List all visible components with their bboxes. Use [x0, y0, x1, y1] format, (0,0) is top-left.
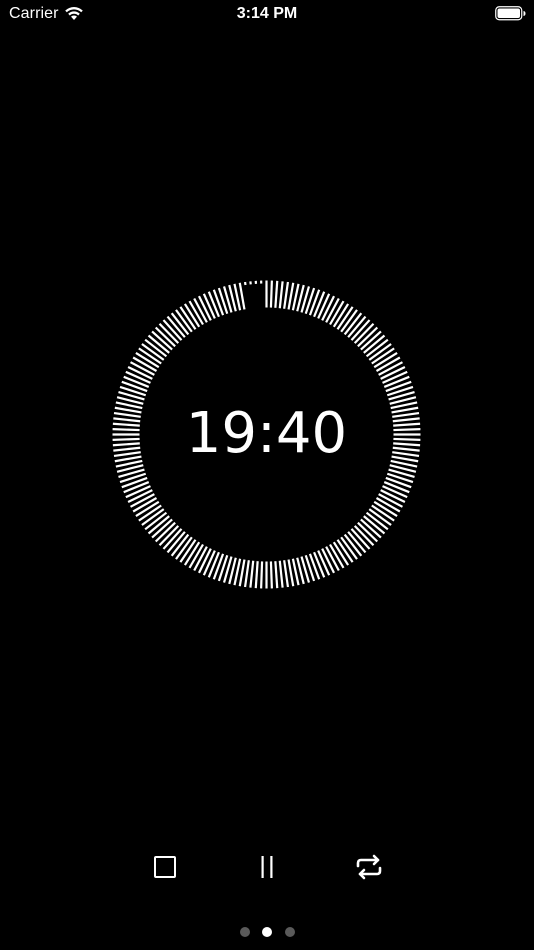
stop-button[interactable]: [147, 850, 183, 886]
status-bar: Carrier 3:14 PM: [0, 0, 534, 28]
dial-tick: [383, 375, 410, 388]
dial-tick: [125, 485, 151, 499]
dial-tick: [317, 293, 331, 319]
dial-tick: [254, 561, 259, 589]
dial-tick: [249, 560, 255, 588]
dial-tick: [382, 370, 408, 384]
timer-dial[interactable]: 19:40: [110, 278, 423, 591]
dial-tick: [287, 282, 295, 310]
dial-tick: [383, 481, 410, 494]
dial-tick: [278, 281, 284, 309]
dial-tick: [243, 560, 250, 588]
dial-tick: [269, 280, 273, 308]
dial-tick: [260, 561, 264, 589]
dial-tick: [274, 561, 279, 589]
dial-tick: [202, 550, 216, 576]
dial-tick: [238, 282, 246, 310]
status-time: 3:14 PM: [236, 5, 298, 22]
dial-tick: [283, 281, 290, 309]
dial-tick: [123, 375, 150, 388]
dial-tick: [269, 561, 273, 589]
page-dot[interactable]: [262, 927, 272, 937]
repeat-icon: [356, 854, 382, 880]
dial-tick: [238, 559, 246, 587]
dial-tick: [278, 560, 284, 588]
dial-tick: [207, 551, 220, 578]
stop-icon: [154, 856, 176, 878]
pause-icon: [261, 856, 273, 878]
dial-tick: [317, 550, 331, 576]
timer-readout: 19:40: [185, 401, 348, 466]
dial-tick: [123, 481, 150, 494]
page-dot[interactable]: [285, 927, 295, 937]
repeat-button[interactable]: [351, 850, 387, 886]
battery-icon: [495, 6, 526, 21]
dial-tick: [382, 485, 408, 499]
dial-tick: [274, 280, 279, 308]
dial-tick: [202, 293, 216, 319]
dial-tick: [283, 560, 290, 588]
dial-tick: [207, 291, 220, 318]
dial-tick: [287, 559, 295, 587]
pause-button[interactable]: [249, 850, 285, 886]
dial-tick: [313, 291, 326, 318]
page-indicator[interactable]: [0, 926, 534, 938]
page-dot[interactable]: [240, 927, 250, 937]
dial-tick: [125, 370, 151, 384]
dial-tick: [313, 551, 326, 578]
